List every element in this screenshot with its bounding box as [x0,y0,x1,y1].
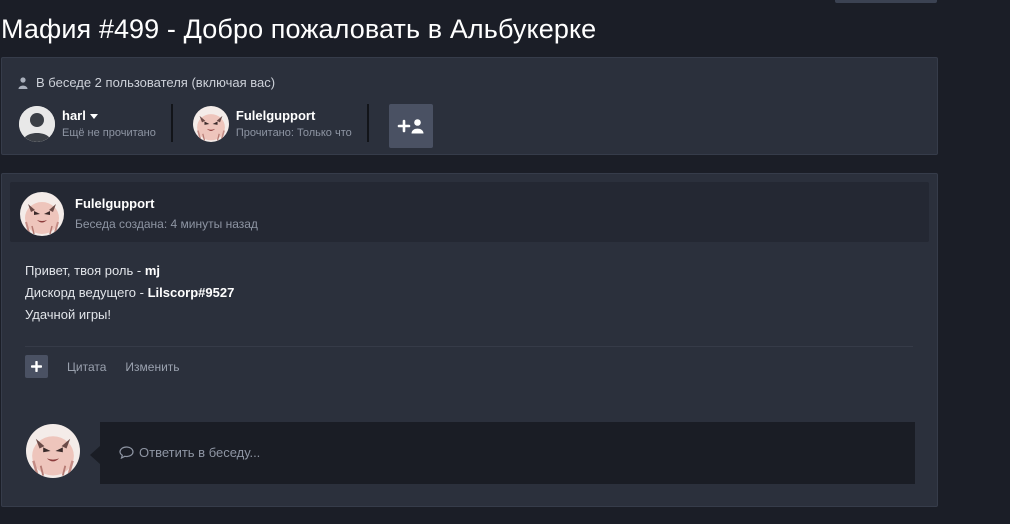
top-menu-button[interactable] [835,0,937,3]
page-title: Мафия #499 - Добро пожаловать в Альбукер… [1,14,597,44]
reply-placeholder-text: Ответить в беседу... [139,445,261,460]
participant-list: harl Ещё не прочитано Fulelgupport Прочи… [19,104,433,148]
participant-name-with-menu[interactable]: harl [62,108,156,124]
message-body: Привет, твоя роль - mj Дискорд ведущего … [25,260,234,326]
plus-icon [31,361,42,372]
reply-avatar[interactable] [26,424,80,478]
participants-count: В беседе 2 пользователя (включая вас) [18,75,275,90]
add-user-icon [397,119,424,134]
participant-name[interactable]: Fulelgupport [236,108,352,124]
message-line: Дискорд ведущего - Lilscorp#9527 [25,282,234,304]
participant-divider [170,104,173,142]
message-header: Fulelgupport Беседа создана: 4 минуты на… [10,182,929,242]
message-actions: Цитата Изменить [25,355,180,378]
reply-input[interactable]: Ответить в беседу... [90,422,915,484]
participant-card[interactable]: Fulelgupport Прочитано: Только что [192,104,352,144]
participant-status: Ещё не прочитано [62,126,156,139]
message-text: Привет, твоя роль - [25,263,145,278]
author-name[interactable]: Fulelgupport [75,196,154,211]
participants-panel: В беседе 2 пользователя (включая вас) ha… [1,57,938,155]
reply-placeholder[interactable]: Ответить в беседу... [119,445,260,460]
multiquote-button[interactable] [25,355,48,378]
message-line: Удачной игры! [25,304,234,326]
message-text: Удачной игры! [25,307,112,322]
edit-link[interactable]: Изменить [125,360,179,374]
chevron-down-icon[interactable] [89,113,98,119]
add-participant-button[interactable] [388,104,433,148]
message-line: Привет, твоя роль - mj [25,260,234,282]
quote-link[interactable]: Цитата [67,360,106,374]
participant-card[interactable]: harl Ещё не прочитано [19,104,156,144]
pink-creature-avatar-icon [20,192,64,236]
created-timestamp: Беседа создана: 4 минуты назад [75,217,258,231]
pink-creature-avatar-icon [192,106,229,142]
participant-status: Прочитано: Только что [235,126,352,139]
participant-name[interactable]: harl [62,108,86,124]
pink-creature-avatar-icon [26,424,80,478]
default-avatar[interactable] [19,106,55,142]
message-bold-text: Lilscorp#9527 [147,285,235,300]
creature-avatar[interactable] [192,106,229,142]
default-user-avatar-icon [19,106,55,142]
message-panel: Fulelgupport Беседа создана: 4 минуты на… [1,173,938,507]
message-text: Дискорд ведущего - [25,285,148,300]
participants-count-text: В беседе 2 пользователя (включая вас) [36,75,276,90]
participant-divider [366,104,369,142]
author-avatar[interactable] [20,192,64,236]
comment-icon [119,446,134,459]
message-bold-text: mj [144,263,160,278]
message-divider [25,346,913,347]
user-icon [18,76,28,89]
